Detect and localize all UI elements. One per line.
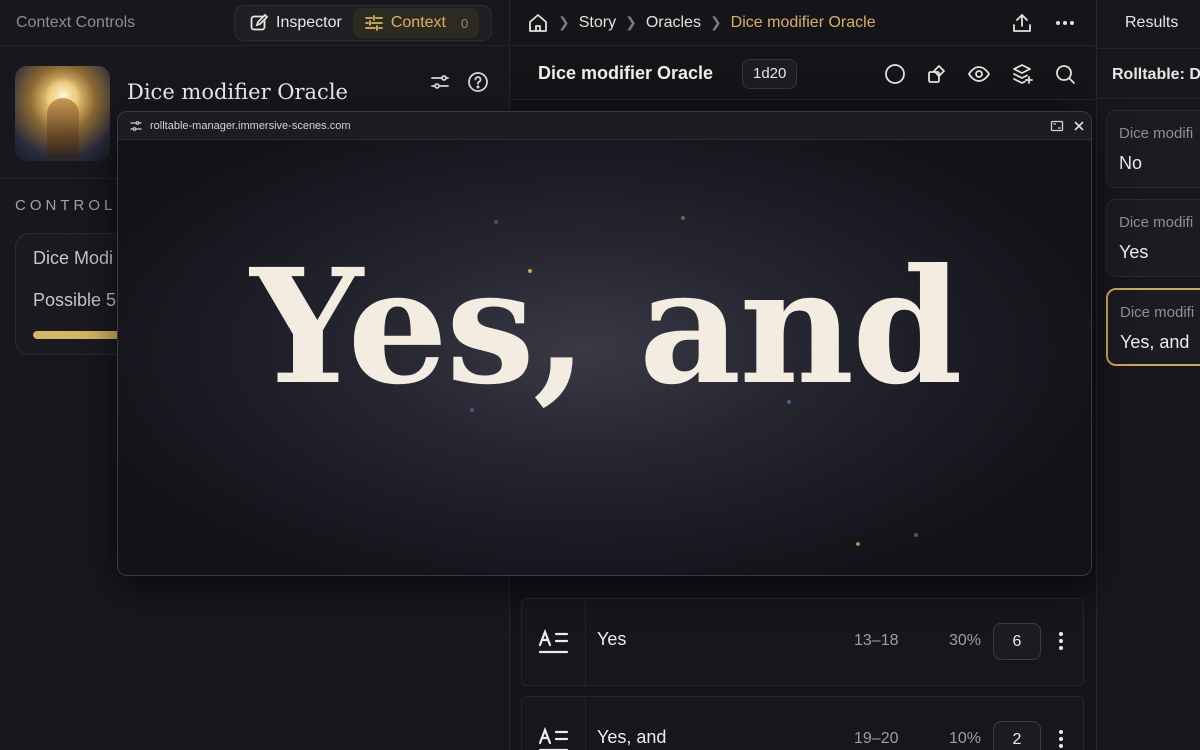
result-card[interactable]: Dice modifi Yes — [1106, 199, 1200, 277]
oracle-toolbar: Dice modifier Oracle 1d20 — [511, 48, 1095, 100]
sparkle — [494, 220, 498, 224]
row-weight-input[interactable]: 2 — [993, 721, 1041, 750]
site-settings-icon[interactable] — [130, 120, 142, 132]
table-row[interactable]: Yes 13–18 30% 6 — [521, 598, 1084, 686]
more-vertical-icon[interactable] — [1054, 629, 1068, 653]
result-card[interactable]: Dice modifi No — [1106, 110, 1200, 188]
settings-sliders-icon[interactable] — [428, 70, 452, 94]
breadcrumb: ❯ Story ❯ Oracles ❯ Dice modifier Oracle — [511, 0, 1095, 46]
edit-icon — [249, 13, 269, 33]
sliders-icon — [364, 13, 384, 33]
eye-icon[interactable] — [967, 62, 991, 86]
tab-context[interactable]: Context 0 — [352, 8, 480, 38]
results-title: Results — [1125, 14, 1179, 31]
circle-icon[interactable] — [883, 62, 907, 86]
row-weight-input[interactable]: 6 — [993, 623, 1041, 660]
control-subtitle: Possible 5 — [33, 290, 117, 310]
tab-context-count: 0 — [460, 15, 469, 31]
text-align-icon — [537, 726, 571, 750]
popup-url: rolltable-manager.immersive-scenes.com — [150, 119, 351, 132]
divider — [1097, 48, 1200, 49]
breadcrumb-separator: ❯ — [558, 14, 570, 30]
help-icon[interactable] — [466, 70, 490, 94]
tab-inspector-label: Inspector — [276, 14, 342, 31]
tab-inspector[interactable]: Inspector — [238, 8, 353, 38]
expand-icon[interactable] — [1050, 119, 1064, 133]
result-card-title: Dice modifi — [1119, 214, 1194, 231]
text-align-icon — [537, 628, 571, 656]
result-text: Yes, and — [250, 235, 962, 420]
home-icon[interactable] — [527, 12, 549, 34]
result-card-value: No — [1119, 153, 1143, 173]
panel-tab-switcher: Inspector Context 0 — [234, 5, 492, 41]
result-card-value: Yes, and — [1120, 332, 1190, 352]
layers-add-icon[interactable] — [1010, 62, 1034, 86]
results-panel: Results Rolltable: Di Dice modifi No Dic… — [1096, 0, 1200, 750]
shapes-icon[interactable] — [925, 62, 949, 86]
result-card-title: Dice modifi — [1119, 125, 1194, 142]
breadcrumb-current: Dice modifier Oracle — [730, 13, 876, 31]
search-icon[interactable] — [1053, 62, 1077, 86]
controls-section-label: CONTROLS — [15, 197, 131, 214]
sparkle — [856, 542, 860, 546]
breadcrumb-story[interactable]: Story — [579, 14, 616, 32]
result-popup-window[interactable]: rolltable-manager.immersive-scenes.com Y… — [117, 111, 1092, 576]
row-percent: 10% — [949, 730, 982, 747]
share-icon[interactable] — [1010, 11, 1034, 35]
dice-formula-badge[interactable]: 1d20 — [742, 59, 798, 89]
row-label: Yes, and — [597, 727, 667, 747]
close-icon[interactable] — [1072, 119, 1086, 133]
breadcrumb-oracles[interactable]: Oracles — [646, 14, 701, 32]
more-horizontal-icon[interactable] — [1053, 11, 1077, 35]
row-range: 13–18 — [854, 632, 899, 649]
divider — [1097, 98, 1200, 99]
panel-title: Context Controls — [16, 13, 136, 31]
tab-context-label: Context — [390, 14, 446, 31]
row-type-cell — [522, 697, 586, 750]
row-percent: 30% — [949, 632, 982, 649]
result-card-title: Dice modifi — [1120, 304, 1195, 321]
popup-result-stage: Yes, and — [118, 141, 1091, 575]
oracle-avatar — [15, 66, 110, 161]
table-row[interactable]: Yes, and 19–20 10% 2 — [521, 696, 1084, 750]
row-range: 19–20 — [854, 730, 899, 747]
row-type-cell — [522, 599, 586, 685]
oracle-name: Dice modifier Oracle — [538, 63, 714, 83]
result-card-value: Yes — [1119, 242, 1149, 262]
control-name: Dice Modi — [33, 248, 114, 268]
breadcrumb-separator: ❯ — [709, 14, 722, 30]
breadcrumb-separator: ❯ — [625, 14, 637, 30]
more-vertical-icon[interactable] — [1054, 727, 1068, 750]
sparkle — [681, 216, 685, 220]
sparkle — [914, 533, 918, 537]
rolltable-label: Rolltable: Di — [1112, 66, 1200, 83]
oracle-title: Dice modifier Oracle — [127, 80, 348, 104]
row-label: Yes — [597, 629, 627, 649]
result-card-selected[interactable]: Dice modifi Yes, and — [1106, 288, 1200, 366]
popup-address-bar: rolltable-manager.immersive-scenes.com — [118, 112, 1091, 140]
